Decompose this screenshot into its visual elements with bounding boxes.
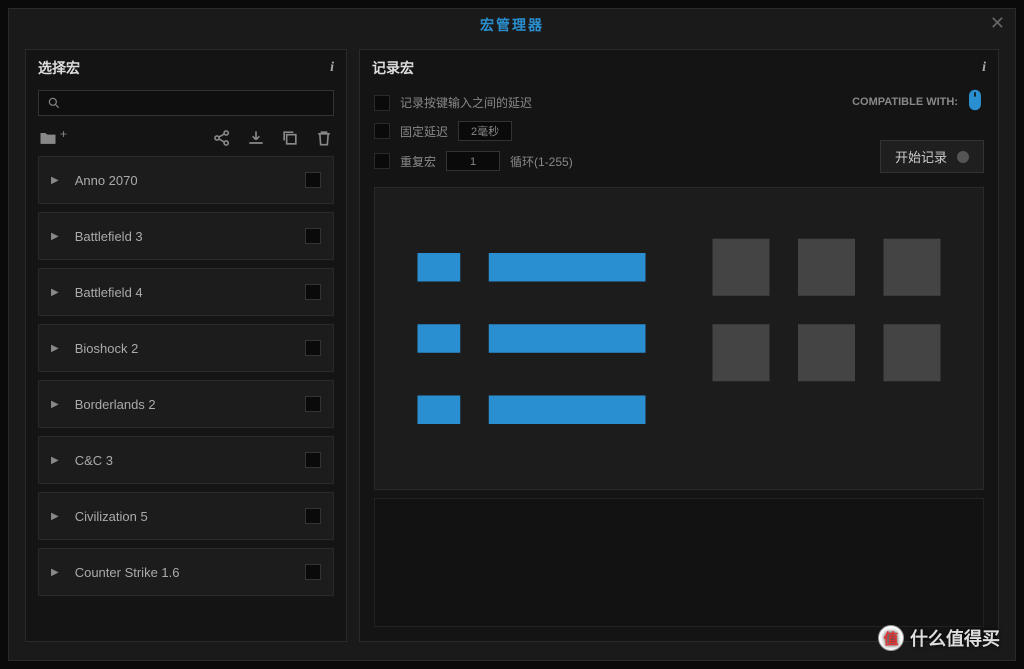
option-label: 重复宏 [400, 153, 436, 170]
macro-item[interactable]: ▶ Battlefield 3 [38, 212, 334, 260]
compatible-with: COMPATIBLE WITH: [852, 88, 984, 115]
record-options: COMPATIBLE WITH: 记录按键输入之间的延迟 固定延迟 2毫秒 [360, 86, 998, 179]
watermark: 值 什么值得买 [878, 625, 1000, 651]
compat-label: COMPATIBLE WITH: [852, 96, 958, 108]
macro-list[interactable]: ▶ Anno 2070 ▶ Battlefield 3 ▶ Battlefield 4… [38, 156, 340, 633]
start-record-button[interactable]: 开始记录 [880, 140, 984, 173]
expand-icon[interactable]: ▶ [51, 511, 59, 522]
import-icon[interactable] [246, 128, 266, 148]
macro-checkbox[interactable] [305, 284, 321, 300]
info-icon[interactable]: i [330, 60, 334, 76]
macro-item[interactable]: ▶ Borderlands 2 [38, 380, 334, 428]
macro-checkbox[interactable] [305, 228, 321, 244]
mouse-icon [966, 88, 984, 115]
close-icon[interactable]: ✕ [990, 13, 1005, 34]
expand-icon[interactable]: ▶ [51, 567, 59, 578]
plus-icon: + [60, 127, 67, 141]
select-macro-panel: 选择宏 i + ▶ Anno 2070 [25, 49, 347, 642]
record-dot-icon [957, 151, 969, 163]
search-input[interactable] [67, 96, 325, 110]
macro-toolbar: + [26, 120, 346, 156]
checkbox-repeat[interactable] [374, 153, 390, 169]
copy-icon[interactable] [280, 128, 300, 148]
macro-item[interactable]: ▶ Battlefield 4 [38, 268, 334, 316]
delete-icon[interactable] [314, 128, 334, 148]
macro-name: Borderlands 2 [75, 397, 305, 412]
left-panel-header: 选择宏 i [26, 50, 346, 86]
watermark-badge: 值 [878, 625, 904, 651]
new-folder-icon[interactable] [38, 128, 58, 148]
repeat-input[interactable]: 1 [446, 151, 500, 171]
left-panel-title: 选择宏 [38, 58, 80, 78]
macro-item[interactable]: ▶ Bioshock 2 [38, 324, 334, 372]
repeat-hint: 循环(1-255) [510, 153, 573, 170]
macro-item[interactable]: ▶ Civilization 5 [38, 492, 334, 540]
expand-icon[interactable]: ▶ [51, 343, 59, 354]
view-toggle-bar [374, 187, 984, 490]
checkbox-fixed-delay[interactable] [374, 123, 390, 139]
expand-icon[interactable]: ▶ [51, 399, 59, 410]
expand-icon[interactable]: ▶ [51, 455, 59, 466]
macro-item[interactable]: ▶ Counter Strike 1.6 [38, 548, 334, 596]
option-fixed-delay: 固定延迟 2毫秒 [374, 121, 984, 141]
search-icon [47, 96, 61, 110]
macro-item[interactable]: ▶ Anno 2070 [38, 156, 334, 204]
macro-item[interactable]: ▶ C&C 3 [38, 436, 334, 484]
macro-name: Battlefield 4 [75, 285, 305, 300]
macro-name: Battlefield 3 [75, 229, 305, 244]
dialog-title: 宏管理器 [9, 9, 1015, 41]
record-macro-panel: 记录宏 i COMPATIBLE WITH: 记录按键输入之间的延迟 固定延迟 [359, 49, 999, 642]
record-btn-label: 开始记录 [895, 147, 947, 166]
macro-checkbox[interactable] [305, 508, 321, 524]
list-view-icon[interactable] [389, 196, 674, 481]
expand-icon[interactable]: ▶ [51, 287, 59, 298]
macro-name: Bioshock 2 [75, 341, 305, 356]
macro-checkbox[interactable] [305, 340, 321, 356]
fixed-delay-input[interactable]: 2毫秒 [458, 121, 512, 141]
grid-view-icon[interactable] [684, 196, 969, 481]
expand-icon[interactable]: ▶ [51, 175, 59, 186]
macro-name: Anno 2070 [75, 173, 305, 188]
info-icon[interactable]: i [982, 60, 986, 76]
option-label: 固定延迟 [400, 123, 448, 140]
macro-name: Civilization 5 [75, 509, 305, 524]
macro-checkbox[interactable] [305, 172, 321, 188]
record-area [374, 498, 984, 627]
option-label: 记录按键输入之间的延迟 [400, 94, 532, 111]
watermark-text: 什么值得买 [910, 625, 1000, 651]
share-icon[interactable] [212, 128, 232, 148]
search-box[interactable] [38, 90, 334, 116]
macro-name: Counter Strike 1.6 [75, 565, 305, 580]
dialog-content: 选择宏 i + ▶ Anno 2070 [9, 41, 1015, 658]
macro-checkbox[interactable] [305, 396, 321, 412]
macro-checkbox[interactable] [305, 564, 321, 580]
expand-icon[interactable]: ▶ [51, 231, 59, 242]
macro-manager-dialog: ✕ 宏管理器 选择宏 i + [8, 8, 1016, 661]
macro-name: C&C 3 [75, 453, 305, 468]
checkbox-record-delay[interactable] [374, 95, 390, 111]
right-panel-header: 记录宏 i [360, 50, 998, 86]
right-panel-title: 记录宏 [372, 58, 414, 78]
macro-checkbox[interactable] [305, 452, 321, 468]
